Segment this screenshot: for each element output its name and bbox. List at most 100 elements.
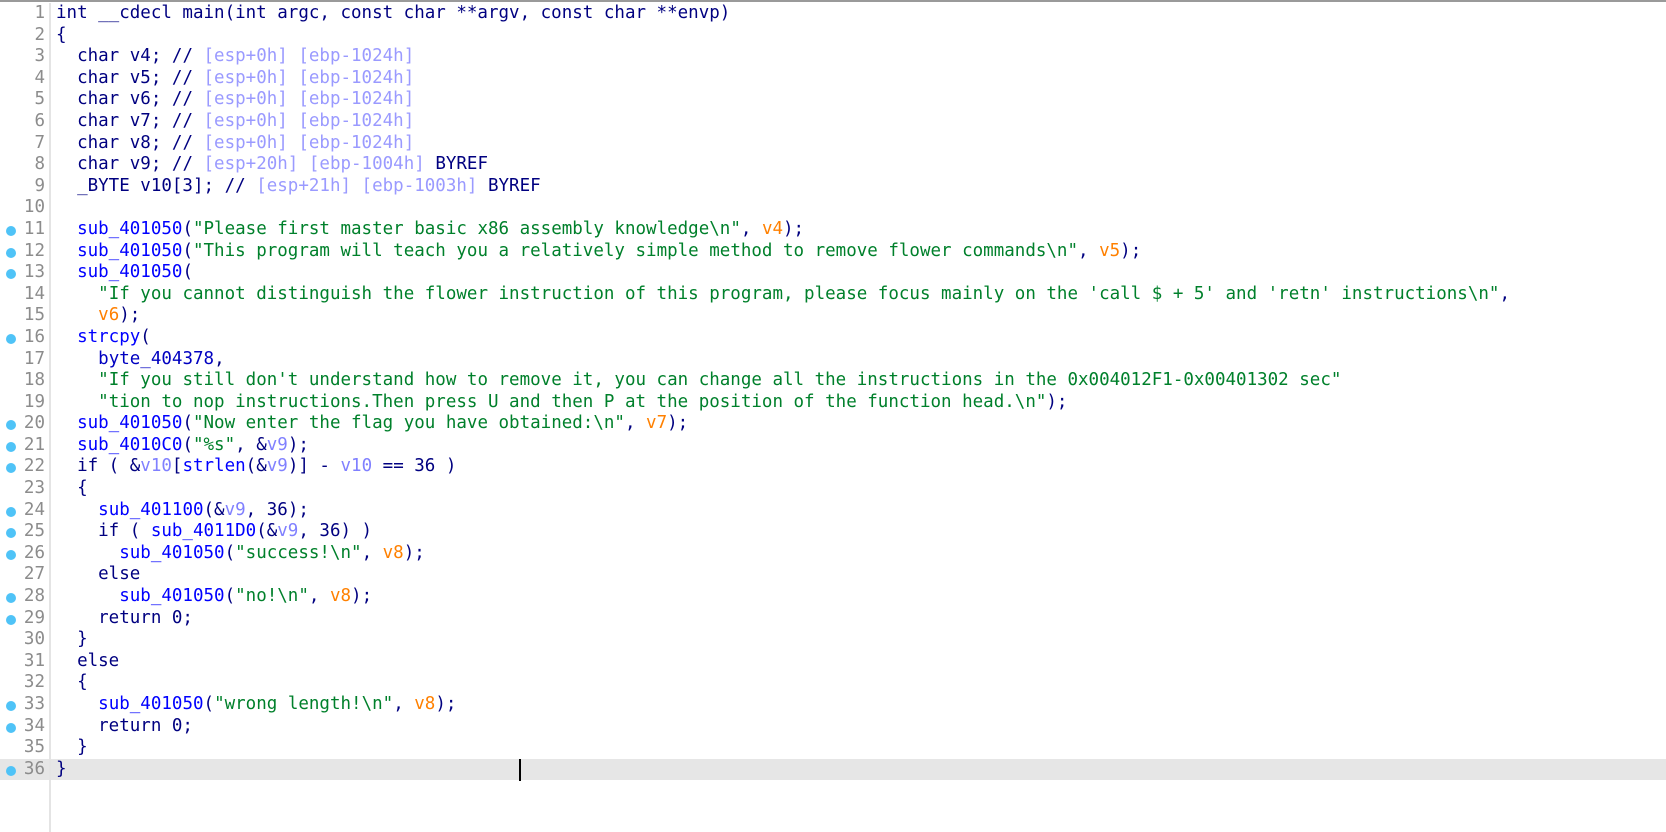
line-number: 17 [23,348,45,369]
code-line[interactable]: 31 else [0,651,1666,673]
line-number: 27 [23,564,45,585]
code-line-text: sub_401050("wrong length!\n", v8); [56,694,456,716]
code-line[interactable]: 10 [0,197,1666,219]
code-line[interactable]: 14 "If you cannot distinguish the flower… [0,284,1666,306]
code-line[interactable]: 34 return 0; [0,716,1666,738]
code-token: "If you still don't understand how to re… [98,370,1342,391]
code-token: v10 [140,456,172,477]
code-line[interactable]: 17 byte_404378, [0,349,1666,371]
code-token: "wrong length!\n" [214,694,394,714]
code-token: int __cdecl main(int argc, const char **… [56,3,731,23]
code-line[interactable]: 24 sub_401100(&v9, 36); [0,500,1666,522]
line-number: 13 [23,262,45,283]
code-line[interactable]: 22 if ( &v10[strlen(&v9)] - v10 == 36 ) [0,456,1666,478]
code-line-text: sub_401050("success!\n", v8); [56,543,425,565]
code-line-text: int __cdecl main(int argc, const char **… [56,3,730,25]
code-line-text: if ( sub_4011D0(&v9, 36) ) [56,521,372,543]
code-line-text: if ( &v10[strlen(&v9)] - v10 == 36 ) [56,456,456,478]
line-number: 12 [23,240,45,261]
code-token: } [56,737,88,758]
code-token: ( [224,586,236,607]
code-token: ); [1046,391,1068,412]
code-line-text: char v8; // [esp+0h] [ebp-1024h] [56,133,414,155]
code-line[interactable]: 26 sub_401050("success!\n", v8); [0,543,1666,565]
line-number: 36 [23,758,45,779]
code-token: strlen [182,456,246,477]
code-token: char v4; [56,46,172,67]
code-token: // [171,89,204,110]
line-number: 23 [23,478,45,499]
code-line-list[interactable]: 1 int __cdecl main(int argc, const char *… [0,3,1666,781]
code-token: char v5; [56,67,172,88]
code-line[interactable]: 3 char v4; // [esp+0h] [ebp-1024h] [0,46,1666,68]
code-token: // [171,46,204,67]
code-token: char v8; [56,132,172,153]
code-token: v5 [1099,240,1121,261]
code-line[interactable]: 20 sub_401050("Now enter the flag you ha… [0,413,1666,435]
line-number: 8 [34,154,45,175]
code-token: [esp+0h] [ebp-1024h] [203,67,415,88]
code-line[interactable]: 21 sub_4010C0("%s", &v9); [0,435,1666,457]
code-line[interactable]: 29 return 0; [0,608,1666,630]
code-token: } [56,758,67,779]
pseudocode-view[interactable]: 1 int __cdecl main(int argc, const char *… [0,0,1666,832]
code-line[interactable]: 28 sub_401050("no!\n", v8); [0,586,1666,608]
code-line[interactable]: 19 "tion to nop instructions.Then press … [0,392,1666,414]
code-line[interactable]: 32 { [0,672,1666,694]
code-line[interactable]: 13 sub_401050( [0,262,1666,284]
code-token: if ( [56,521,151,542]
line-number: 7 [34,132,45,153]
code-token: // [171,67,204,88]
top-scrollbar-divider[interactable] [0,0,1666,3]
code-token: { [56,478,88,499]
line-number: 21 [23,434,45,455]
code-line[interactable]: 8 char v9; // [esp+20h] [ebp-1004h] BYRE… [0,154,1666,176]
code-line[interactable]: 25 if ( sub_4011D0(&v9, 36) ) [0,521,1666,543]
code-token: "If you cannot distinguish the flower in… [98,283,1500,304]
code-line[interactable]: 4 char v5; // [esp+0h] [ebp-1024h] [0,68,1666,90]
code-line[interactable]: 36} [0,758,1666,781]
line-number: 1 [34,3,45,23]
code-token: , [361,542,383,563]
code-line[interactable]: 27 else [0,564,1666,586]
code-line[interactable]: 9 _BYTE v10[3]; // [esp+21h] [ebp-1003h]… [0,176,1666,198]
code-line[interactable]: 5 char v6; // [esp+0h] [ebp-1024h] [0,89,1666,111]
code-token: v9 [266,456,288,477]
code-token: "no!\n" [235,586,309,607]
line-number: 3 [34,46,45,67]
code-token: ( [182,262,193,283]
code-token: sub_4011D0 [150,521,257,542]
code-token: "%s" [192,434,236,455]
code-line[interactable]: 12 sub_401050("This program will teach y… [0,241,1666,263]
code-line[interactable]: 18 "If you still don't understand how to… [0,370,1666,392]
code-line[interactable]: 11 sub_401050("Please first master basic… [0,219,1666,241]
code-line[interactable]: 16 strcpy( [0,327,1666,349]
code-token: // [171,132,204,153]
code-line-text: sub_401050("no!\n", v8); [56,586,372,608]
code-token: ( [182,240,193,261]
code-token: v9 [277,521,299,542]
code-token: } [56,629,88,650]
line-number: 22 [23,456,45,477]
code-line[interactable]: 23 { [0,478,1666,500]
line-number: 10 [23,197,45,218]
code-token: "This program will teach you a relativel… [192,240,1078,261]
code-line[interactable]: 15 v6); [0,305,1666,327]
code-line[interactable]: 30 } [0,629,1666,651]
line-number: 26 [23,542,45,563]
code-line[interactable]: 2{ [0,25,1666,47]
code-line[interactable]: 33 sub_401050("wrong length!\n", v8); [0,694,1666,716]
code-line[interactable]: 35 } [0,737,1666,759]
code-token: "Now enter the flag you have obtained:\n… [192,413,625,434]
code-token: else [56,650,120,671]
code-token: sub_401050 [119,586,225,607]
code-token: [esp+0h] [ebp-1024h] [203,132,415,153]
code-line-text: } [56,629,88,651]
code-line[interactable]: 1 int __cdecl main(int argc, const char *… [0,3,1666,25]
code-line[interactable]: 6 char v7; // [esp+0h] [ebp-1024h] [0,111,1666,133]
code-line[interactable]: 7 char v8; // [esp+0h] [ebp-1024h] [0,133,1666,155]
